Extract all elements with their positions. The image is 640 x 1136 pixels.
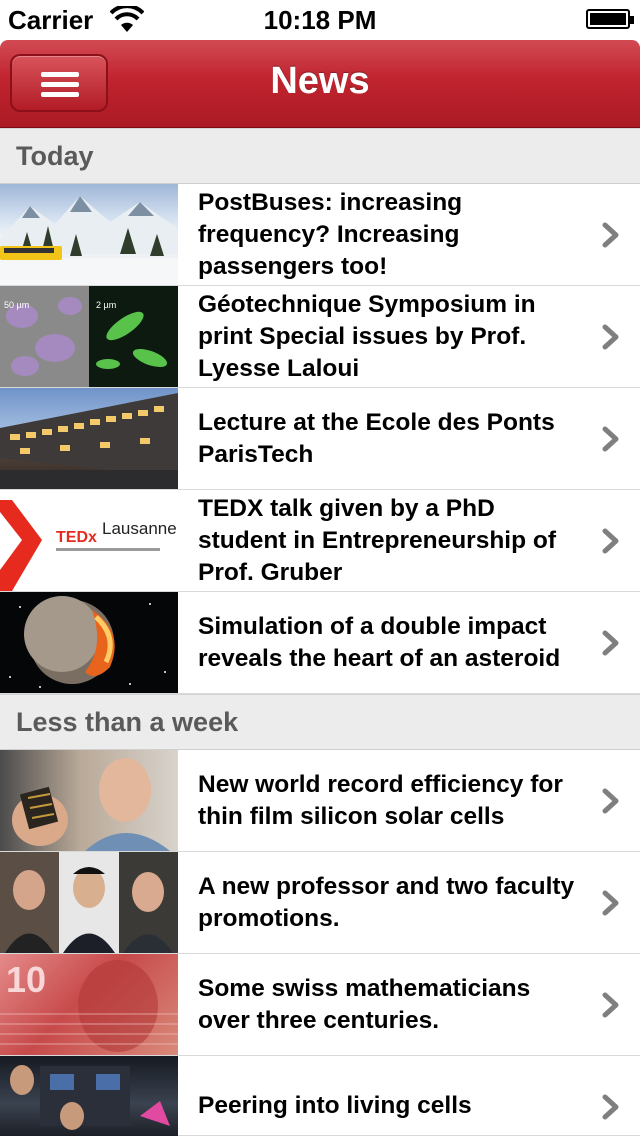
news-item[interactable]: Simulation of a double impact reveals th…	[0, 592, 640, 694]
tedx-location-text: Lausanne	[102, 519, 177, 538]
news-title: Some swiss mathematicians over three cen…	[198, 974, 531, 1034]
page-title: News	[270, 60, 370, 102]
news-thumbnail	[0, 1056, 178, 1136]
chevron-right-icon	[602, 324, 619, 350]
news-item[interactable]: New world record efficiency for thin fil…	[0, 750, 640, 852]
news-thumbnail: TEDx Lausanne	[0, 490, 178, 591]
news-title: Géotechnique Symposium in print Special …	[198, 290, 536, 382]
news-title: PostBuses: increasing frequency? Increas…	[198, 188, 463, 280]
news-item[interactable]: Peering into living cells	[0, 1056, 640, 1136]
news-thumbnail	[0, 852, 178, 953]
news-title: Peering into living cells	[198, 1092, 472, 1119]
section-header-less-than-a-week: Less than a week	[0, 694, 640, 750]
chevron-right-icon	[602, 426, 619, 452]
svg-text:2 µm: 2 µm	[96, 300, 116, 310]
news-title: Simulation of a double impact reveals th…	[198, 612, 561, 672]
navigation-bar: News	[0, 40, 640, 128]
chevron-right-icon	[602, 1094, 619, 1120]
news-item[interactable]: TEDx Lausanne TEDX talk given by a PhD s…	[0, 490, 640, 592]
chevron-right-icon	[602, 222, 619, 248]
news-item[interactable]: Lecture at the Ecole des Ponts ParisTech	[0, 388, 640, 490]
svg-text:10: 10	[6, 959, 46, 1000]
news-thumbnail: 50 µm 2 µm	[0, 286, 178, 387]
chevron-right-icon	[602, 788, 619, 814]
tedx-brand-text: TEDx	[56, 529, 97, 546]
news-title: TEDX talk given by a PhD student in Entr…	[198, 494, 556, 586]
battery-icon	[586, 9, 634, 29]
chevron-right-icon	[602, 630, 619, 656]
section-header-today: Today	[0, 128, 640, 184]
news-thumbnail	[0, 184, 178, 285]
news-item[interactable]: 50 µm 2 µm Géotechnique Symposium in pri…	[0, 286, 640, 388]
status-bar: Carrier 10:18 PM	[0, 0, 640, 40]
news-title: A new professor and two faculty promotio…	[198, 872, 575, 932]
news-item[interactable]: PostBuses: increasing frequency? Increas…	[0, 184, 640, 286]
news-title: Lecture at the Ecole des Ponts ParisTech	[198, 408, 555, 468]
news-item[interactable]: 10 Some swiss mathematicians over three …	[0, 954, 640, 1056]
news-item[interactable]: A new professor and two faculty promotio…	[0, 852, 640, 954]
news-thumbnail	[0, 388, 178, 489]
news-thumbnail	[0, 592, 178, 693]
news-title: New world record efficiency for thin fil…	[198, 770, 563, 830]
chevron-right-icon	[602, 890, 619, 916]
news-thumbnail: 10	[0, 954, 178, 1055]
news-thumbnail	[0, 750, 178, 851]
chevron-right-icon	[602, 992, 619, 1018]
status-time: 10:18 PM	[263, 5, 377, 35]
chevron-right-icon	[602, 528, 619, 554]
svg-text:50 µm: 50 µm	[4, 300, 29, 310]
